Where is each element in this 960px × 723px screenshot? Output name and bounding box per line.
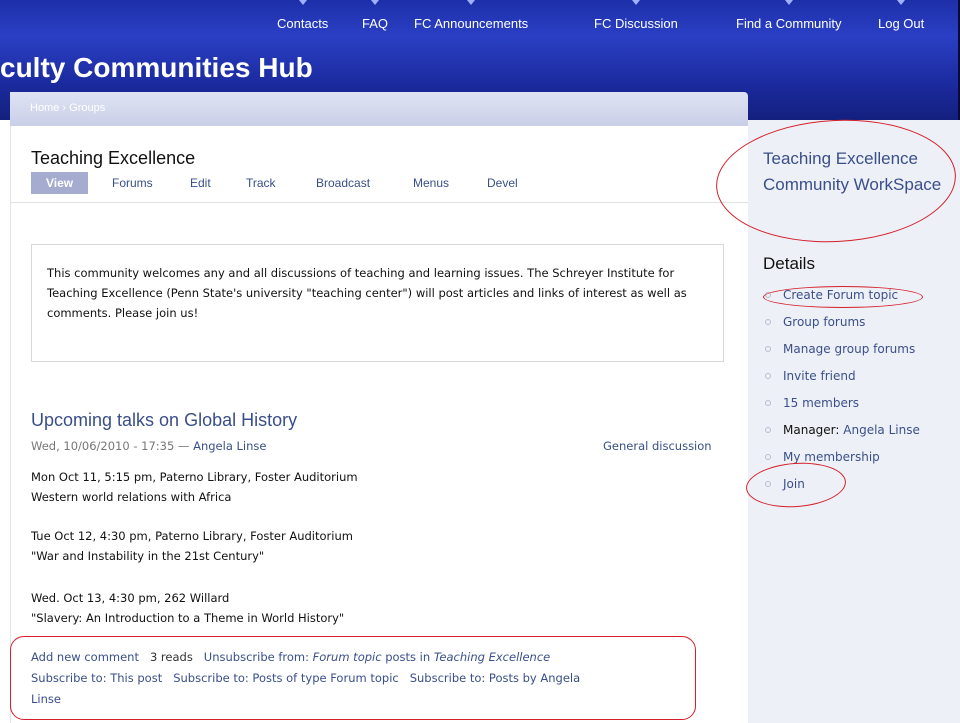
bullet-icon [765, 481, 771, 487]
post-date: Wed, 10/06/2010 - 17:35 — [31, 439, 190, 453]
nav-fc-discussion[interactable]: FC Discussion [594, 0, 678, 31]
subscribe-author-a: Subscribe to: Posts by Angela [409, 671, 581, 685]
subscribe-post-link[interactable]: Subscribe to: This post [31, 671, 162, 685]
nav-log-out-label: Log Out [878, 16, 925, 31]
nav-find-community[interactable]: Find a Community [736, 0, 842, 31]
read-count: 3 reads [149, 650, 193, 664]
group-forums-link[interactable]: Group forums [783, 315, 865, 329]
unsubscribe-group: Teaching Excellence [433, 650, 551, 664]
nav-log-out[interactable]: Log Out [878, 0, 925, 31]
main-content: Teaching Excellence View Forums Edit Tra… [10, 126, 749, 723]
nav-arrow-icon [298, 0, 307, 5]
community-description-box: This community welcomes any and all disc… [31, 244, 724, 362]
manage-group-forums-link[interactable]: Manage group forums [783, 342, 915, 356]
join-link[interactable]: Join [783, 477, 805, 491]
tab-view[interactable]: View [31, 172, 89, 194]
unsubscribe-type: Forum topic [312, 650, 382, 664]
bullet-icon [765, 373, 771, 379]
nav-arrow-icon [784, 0, 793, 5]
bullet-icon [765, 319, 771, 325]
page-title: Teaching Excellence [31, 148, 196, 168]
details-item: Join [763, 471, 920, 498]
nav-find-community-label: Find a Community [736, 16, 842, 31]
event-3-when: Wed. Oct 13, 4:30 pm, 262 Willard [31, 591, 230, 605]
tab-forums[interactable]: Forums [112, 172, 153, 194]
breadcrumb-bar: Home › Groups [10, 92, 748, 126]
post-links: Add new comment 3 reads Unsubscribe from… [31, 647, 711, 710]
breadcrumb: Home › Groups [30, 102, 105, 114]
event-1-when: Mon Oct 11, 5:15 pm, Paterno Library, Fo… [31, 470, 358, 484]
subscribe-author-b: Linse [31, 692, 61, 706]
site-title: culty Communities Hub [0, 52, 313, 83]
bullet-icon [765, 454, 771, 460]
event-2-title: "War and Instability in the 21st Century… [31, 549, 265, 563]
bullet-icon [765, 400, 771, 406]
details-item: Manage group forums [763, 336, 920, 363]
my-membership-link[interactable]: My membership [783, 450, 880, 464]
nav-arrow-icon [371, 0, 379, 5]
details-list: Create Forum topic Group forums Manage g… [763, 282, 920, 498]
nav-faq[interactable]: FAQ [362, 0, 389, 31]
details-item: Group forums [763, 309, 920, 336]
tab-track[interactable]: Track [246, 172, 276, 194]
tab-divider [11, 202, 749, 203]
details-heading: Details [763, 254, 815, 273]
unsubscribe-mid: posts in [385, 650, 431, 664]
top-navigation: Contacts FAQ FC Announcements FC Discuss… [0, 0, 960, 34]
bullet-icon [765, 346, 771, 352]
nav-arrow-icon [897, 0, 906, 5]
event-3: Wed. Oct 13, 4:30 pm, 262 Willard "Slaver… [31, 588, 711, 628]
event-2-when: Tue Oct 12, 4:30 pm, Paterno Library, Fo… [31, 529, 353, 543]
details-item: 15 members [763, 390, 920, 417]
manager-label: Manager: [783, 423, 840, 437]
details-item: Manager: Angela Linse [763, 417, 920, 444]
tab-broadcast[interactable]: Broadcast [316, 172, 370, 194]
members-link[interactable]: 15 members [783, 396, 859, 410]
nav-fc-announcements-label: FC Announcements [414, 16, 529, 31]
tab-devel[interactable]: Devel [487, 172, 518, 194]
unsubscribe-link[interactable]: Unsubscribe from: Forum topic posts in T… [204, 650, 550, 664]
breadcrumb-groups[interactable]: Groups [69, 102, 105, 114]
nav-arrow-icon [631, 0, 640, 5]
nav-arrow-icon [467, 0, 476, 5]
tab-edit[interactable]: Edit [190, 172, 211, 194]
bullet-icon [765, 427, 771, 433]
nav-fc-announcements[interactable]: FC Announcements [414, 0, 529, 31]
create-forum-topic-link[interactable]: Create Forum topic [783, 288, 898, 302]
details-item: Create Forum topic [763, 282, 920, 309]
post-author[interactable]: Angela Linse [193, 439, 266, 453]
bullet-icon [765, 292, 771, 298]
nav-contacts-label: Contacts [277, 16, 329, 31]
post-category[interactable]: General discussion [603, 439, 712, 453]
event-1-title: Western world relations with Africa [31, 490, 232, 504]
invite-friend-link[interactable]: Invite friend [783, 369, 856, 383]
manager-link[interactable]: Angela Linse [843, 423, 920, 437]
event-2: Tue Oct 12, 4:30 pm, Paterno Library, Fo… [31, 526, 711, 566]
breadcrumb-home[interactable]: Home [30, 102, 59, 114]
nav-contacts[interactable]: Contacts [277, 0, 329, 31]
sidebar: Teaching Excellence Community WorkSpace … [748, 120, 960, 723]
nav-faq-label: FAQ [362, 16, 389, 31]
tab-menus[interactable]: Menus [413, 172, 449, 194]
breadcrumb-separator: › [62, 102, 67, 114]
unsubscribe-prefix: Unsubscribe from: [203, 650, 309, 664]
event-3-title: "Slavery: An Introduction to a Theme in … [31, 611, 345, 625]
details-item: My membership [763, 444, 920, 471]
event-1: Mon Oct 11, 5:15 pm, Paterno Library, Fo… [31, 467, 711, 507]
add-comment-link[interactable]: Add new comment [31, 650, 139, 664]
post-meta: Wed, 10/06/2010 - 17:35 — Angela Linse [31, 439, 266, 453]
details-item: Invite friend [763, 363, 920, 390]
subscribe-type-link[interactable]: Subscribe to: Posts of type Forum topic [173, 671, 399, 685]
community-description: This community welcomes any and all disc… [47, 266, 687, 320]
post-title[interactable]: Upcoming talks on Global History [31, 410, 297, 431]
nav-fc-discussion-label: FC Discussion [594, 16, 678, 31]
workspace-title[interactable]: Teaching Excellence Community WorkSpace [763, 146, 960, 198]
